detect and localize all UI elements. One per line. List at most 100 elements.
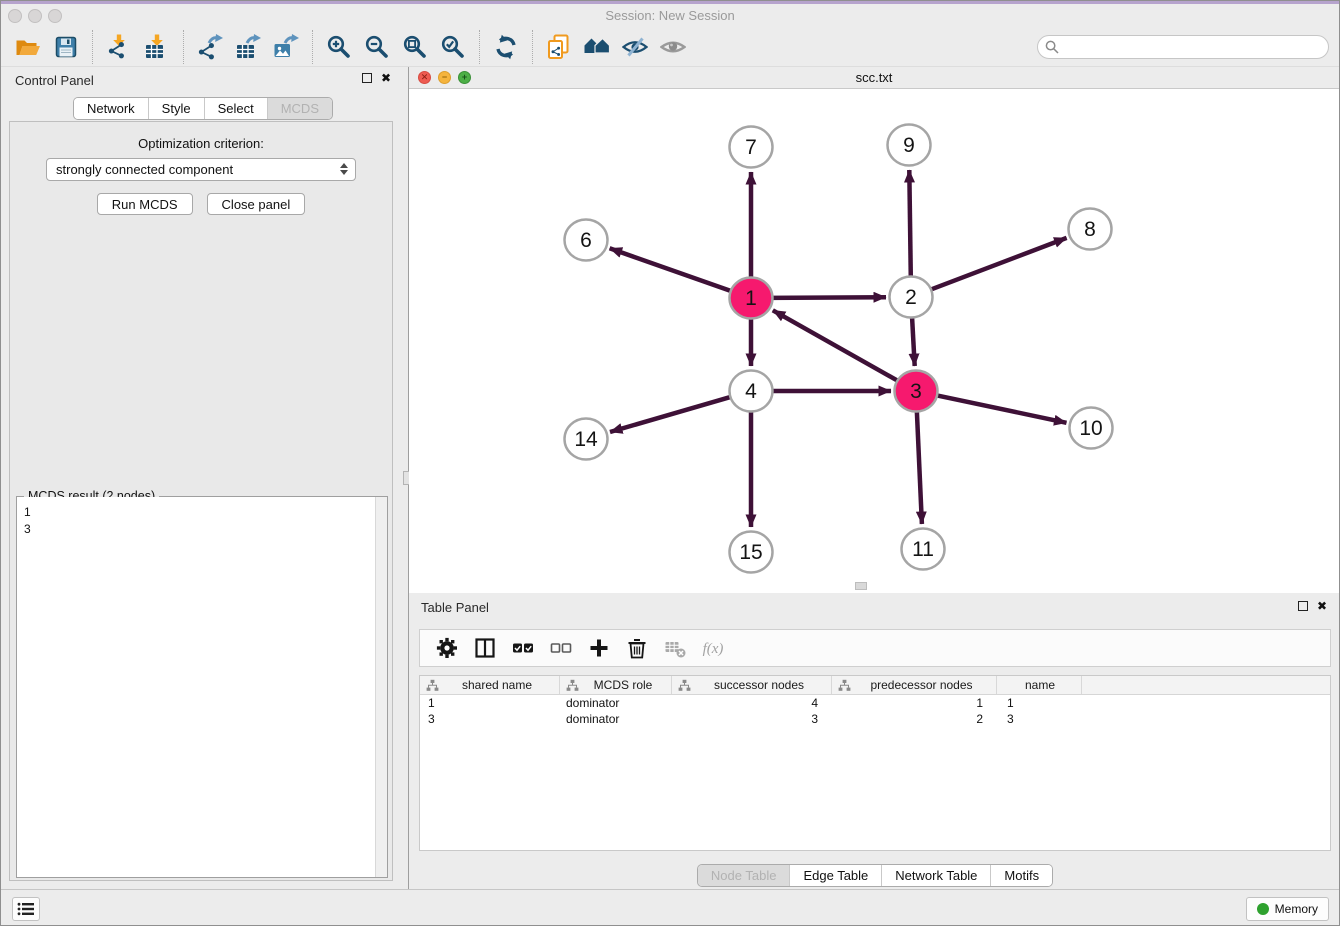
graph-edge: [773, 310, 900, 381]
zoom-out-button[interactable]: [358, 31, 396, 63]
tab-mcds[interactable]: MCDS: [267, 98, 332, 119]
close-table-panel-icon[interactable]: ✖: [1317, 601, 1327, 611]
titlebar: Session: New Session: [1, 4, 1339, 27]
close-view-icon[interactable]: ✕: [418, 71, 431, 84]
import-table-icon: [144, 34, 170, 60]
graph-node[interactable]: 3: [895, 371, 938, 412]
network-window-title: scc.txt: [856, 70, 893, 85]
tab-network[interactable]: Network: [74, 98, 148, 119]
table-cell: 3: [672, 712, 832, 726]
graph-node[interactable]: 6: [565, 220, 608, 261]
home-button[interactable]: [578, 31, 616, 63]
table-panel-header: Table Panel ✖: [409, 593, 1340, 621]
column-layout-icon: [474, 637, 496, 659]
show-detail-icon: [660, 34, 686, 60]
show-detail-button[interactable]: [654, 31, 692, 63]
hide-detail-button[interactable]: [616, 31, 654, 63]
table-row[interactable]: 3dominator323: [420, 711, 1330, 727]
graph-node[interactable]: 11: [902, 529, 945, 570]
search-input[interactable]: [1037, 35, 1329, 59]
tab-edge-table[interactable]: Edge Table: [789, 865, 881, 886]
tab-node-table[interactable]: Node Table: [698, 865, 790, 886]
svg-text:7: 7: [745, 136, 757, 159]
table-row[interactable]: 1dominator411: [420, 695, 1330, 711]
graph-edge: [917, 410, 922, 524]
select-all-button[interactable]: [506, 633, 540, 663]
memory-button[interactable]: Memory: [1246, 897, 1329, 921]
close-panel-icon[interactable]: ✖: [381, 73, 391, 83]
deselect-all-button[interactable]: [544, 633, 578, 663]
task-history-button[interactable]: [12, 897, 40, 921]
clone-network-button[interactable]: [540, 31, 578, 63]
mcds-panel: Optimization criterion: strongly connect…: [9, 121, 393, 881]
minimize-view-icon[interactable]: −: [438, 71, 451, 84]
tab-motifs[interactable]: Motifs: [990, 865, 1052, 886]
column-header-shared-name[interactable]: shared name: [420, 676, 560, 694]
memory-status-icon: [1257, 903, 1269, 915]
svg-text:6: 6: [580, 229, 592, 252]
export-image-button[interactable]: [267, 31, 305, 63]
float-panel-icon[interactable]: [362, 73, 372, 83]
graph-node[interactable]: 14: [565, 419, 608, 460]
main-toolbar: [1, 27, 1339, 67]
list-icon: [17, 902, 35, 916]
criterion-select[interactable]: strongly connected component: [46, 158, 356, 181]
search-icon: [1045, 40, 1059, 54]
zoom-fit-button[interactable]: [396, 31, 434, 63]
horizontal-splitter-grip[interactable]: [855, 582, 867, 590]
table-cell: dominator: [560, 696, 672, 710]
add-column-button[interactable]: [582, 633, 616, 663]
graph-node[interactable]: 2: [890, 277, 933, 318]
graph-node[interactable]: 8: [1069, 209, 1112, 250]
add-column-icon: [588, 637, 610, 659]
window-title: Session: New Session: [1, 8, 1339, 23]
tab-select[interactable]: Select: [204, 98, 267, 119]
table-body: 1dominator4113dominator323: [420, 695, 1330, 727]
column-hierarchy-icon: [678, 679, 691, 692]
graph-node[interactable]: 10: [1070, 408, 1113, 449]
svg-text:9: 9: [903, 134, 915, 157]
refresh-button[interactable]: [487, 31, 525, 63]
graph-node[interactable]: 9: [888, 125, 931, 166]
tab-style[interactable]: Style: [148, 98, 204, 119]
column-header-name[interactable]: name: [997, 676, 1082, 694]
column-hierarchy-icon: [838, 679, 851, 692]
network-canvas[interactable]: 7 9 6 8 1 2 4 3 14 10 15 11: [409, 89, 1339, 593]
column-layout-button[interactable]: [468, 633, 502, 663]
column-hierarchy-icon: [426, 679, 439, 692]
graph-edge: [912, 316, 915, 366]
save-session-button[interactable]: [47, 31, 85, 63]
result-scrollbar[interactable]: [375, 497, 387, 877]
graph-node[interactable]: 4: [730, 371, 773, 412]
export-network-icon: [197, 34, 223, 60]
settings-gear-button[interactable]: [430, 633, 464, 663]
run-mcds-button[interactable]: Run MCDS: [97, 193, 193, 215]
network-window-titlebar: ✕ − + scc.txt: [409, 67, 1339, 89]
zoom-selected-button[interactable]: [434, 31, 472, 63]
delete-column-button[interactable]: [620, 633, 654, 663]
zoom-in-button[interactable]: [320, 31, 358, 63]
import-network-button[interactable]: [100, 31, 138, 63]
graph-node[interactable]: 15: [730, 532, 773, 573]
tab-network-table[interactable]: Network Table: [881, 865, 990, 886]
maximize-view-icon[interactable]: +: [458, 71, 471, 84]
column-header-successor-nodes[interactable]: successor nodes: [672, 676, 832, 694]
node-table: shared nameMCDS rolesuccessor nodesprede…: [419, 675, 1331, 851]
clone-network-icon: [546, 34, 572, 60]
network-graph: 7 9 6 8 1 2 4 3 14 10 15 11: [409, 89, 1339, 593]
close-panel-button[interactable]: Close panel: [207, 193, 306, 215]
graph-node[interactable]: 1: [730, 278, 773, 319]
graph-node[interactable]: 7: [730, 127, 773, 168]
function-builder-button: f(x): [696, 633, 730, 663]
open-session-button[interactable]: [9, 31, 47, 63]
toolbar-separator: [312, 30, 313, 64]
network-view-window: ✕ − + scc.txt 7 9 6 8 1 2 4 3 14 10 15 11: [409, 67, 1340, 593]
column-header-predecessor-nodes[interactable]: predecessor nodes: [832, 676, 997, 694]
import-table-button[interactable]: [138, 31, 176, 63]
graph-edge: [610, 396, 733, 432]
export-network-button[interactable]: [191, 31, 229, 63]
column-header-mcds-role[interactable]: MCDS role: [560, 676, 672, 694]
float-table-panel-icon[interactable]: [1298, 601, 1308, 611]
result-line: 1: [24, 504, 375, 521]
export-table-button[interactable]: [229, 31, 267, 63]
